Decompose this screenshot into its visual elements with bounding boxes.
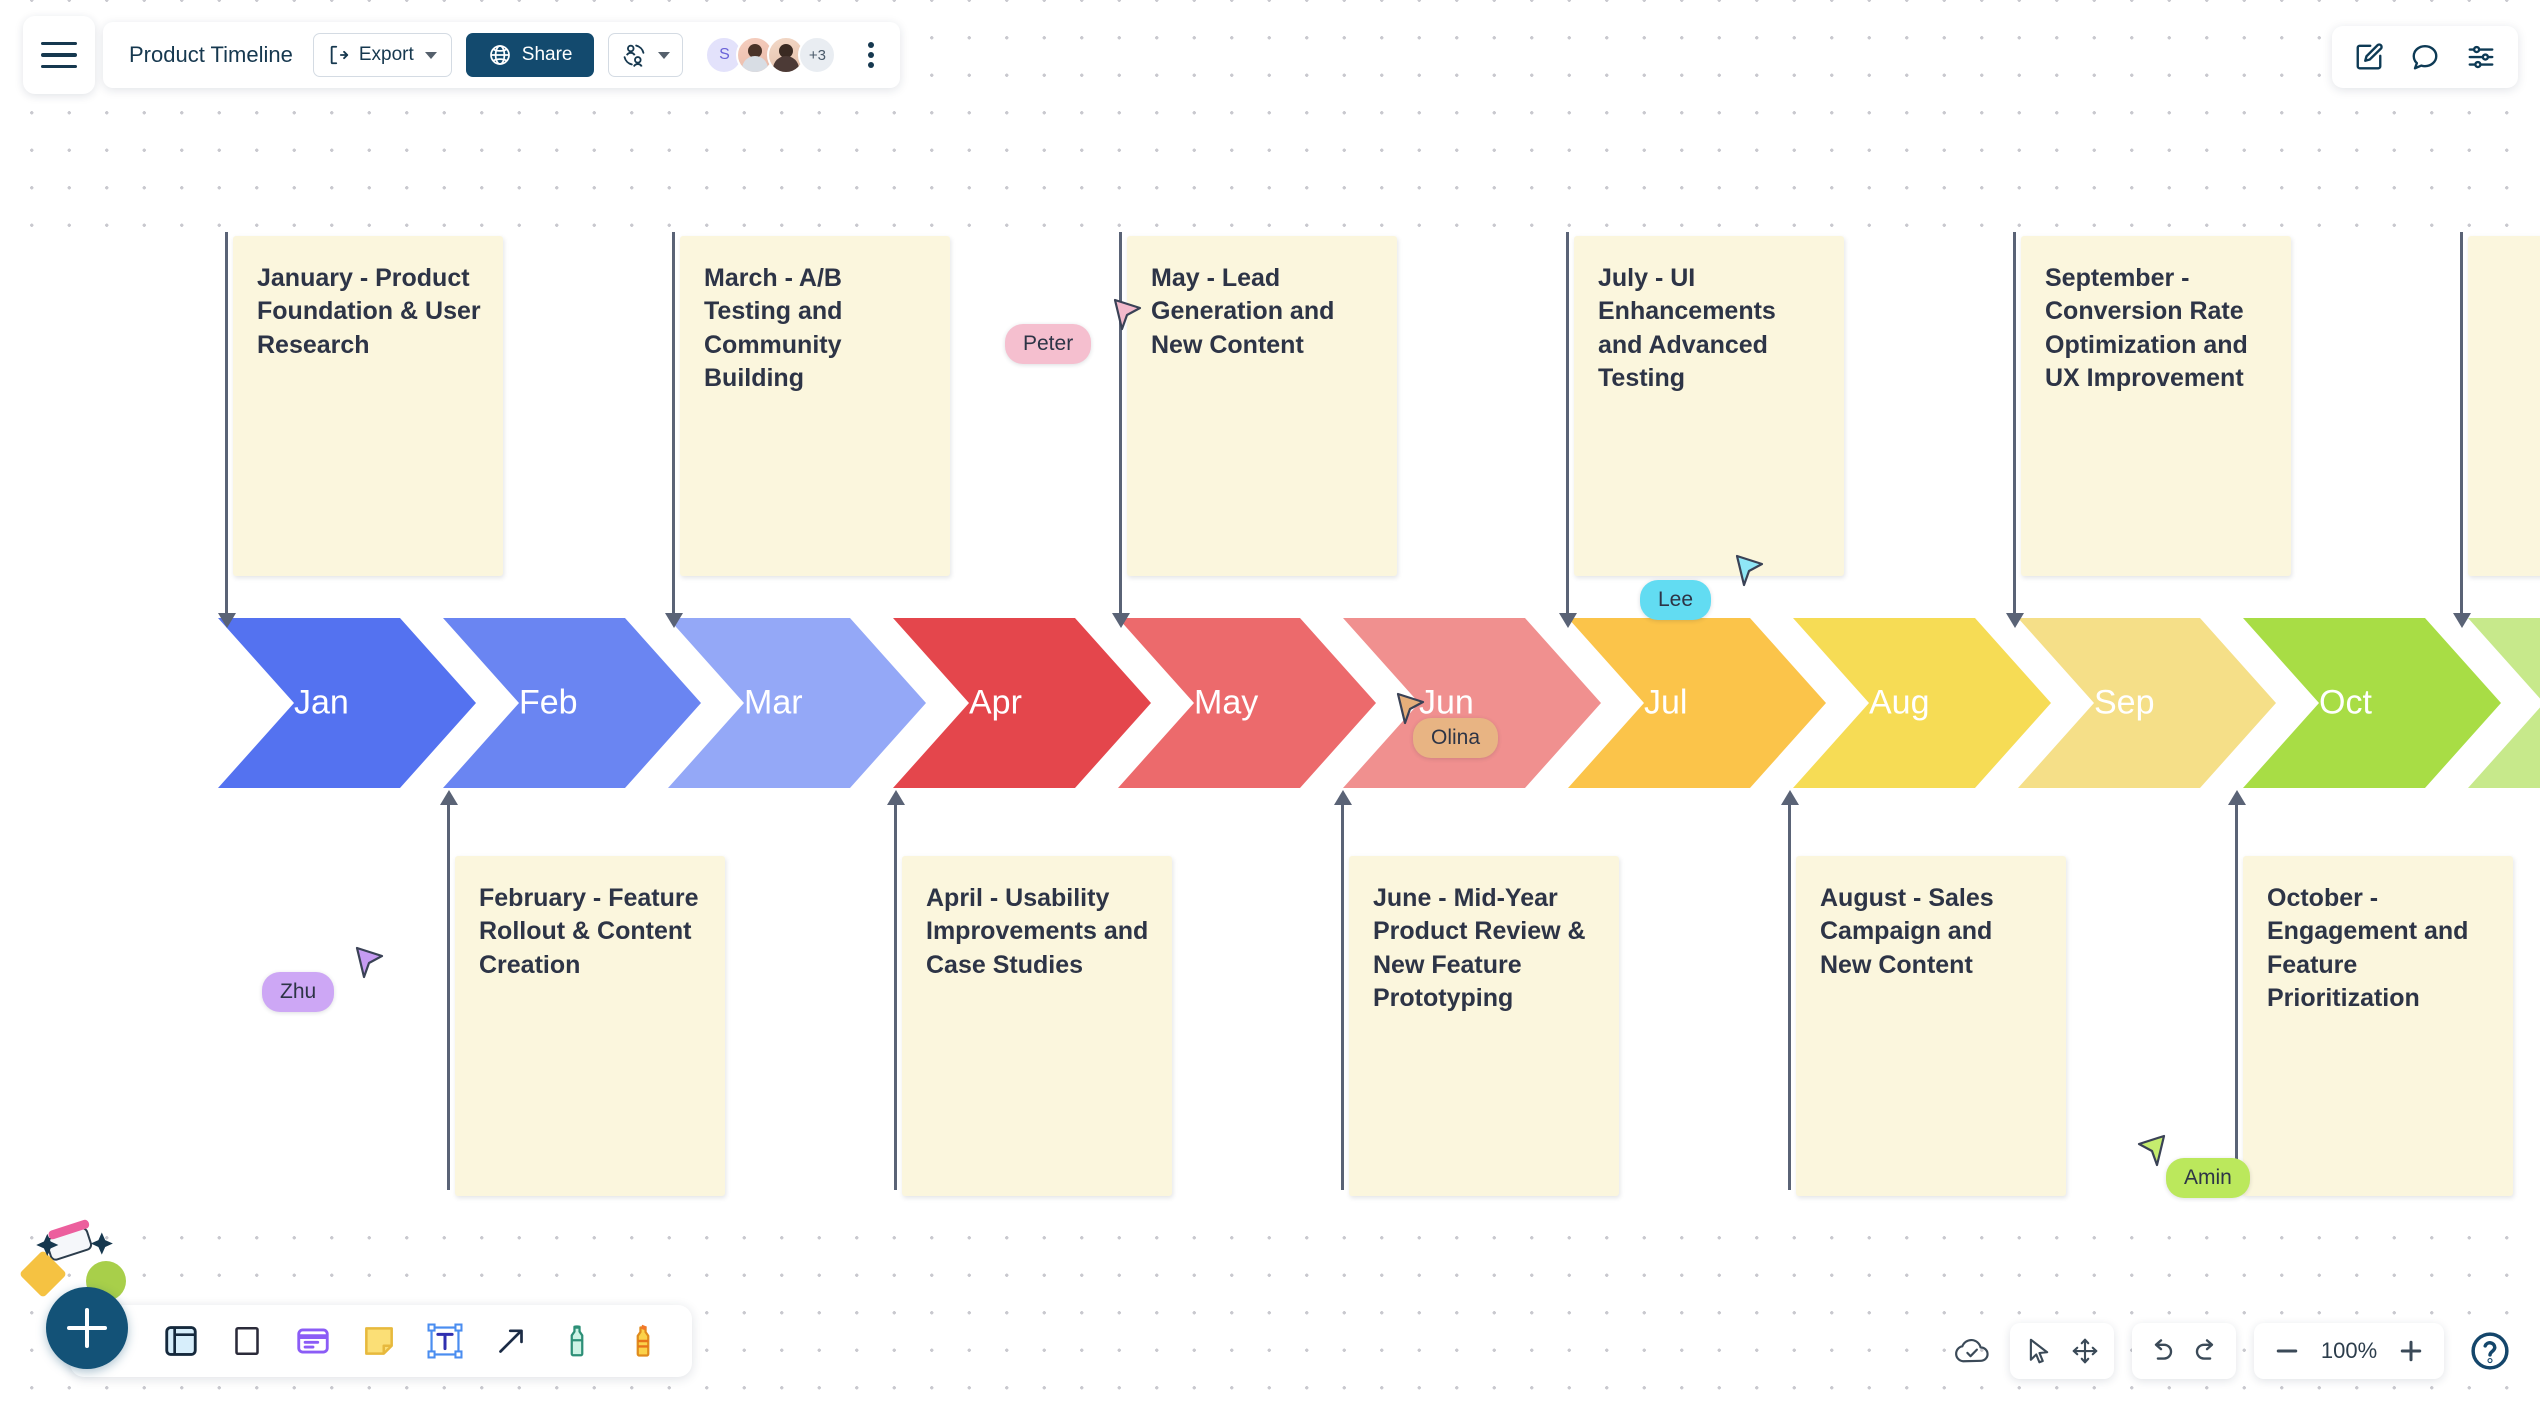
- cursor-pointer-icon: [1735, 554, 1764, 587]
- month-label: Feb: [519, 683, 578, 722]
- edit-square-pencil-icon[interactable]: [2354, 42, 2384, 72]
- globe-icon: [489, 45, 510, 65]
- note-text: June - Mid-Year Product Review & New Fea…: [1373, 884, 1586, 1012]
- export-icon: [330, 45, 349, 65]
- undo-icon[interactable]: [2146, 1336, 2176, 1366]
- timeline-month-aug[interactable]: Aug: [1793, 618, 2051, 788]
- rectangle-shape-icon[interactable]: [214, 1308, 280, 1374]
- month-label: May: [1194, 683, 1259, 722]
- cursor-label: Amin: [2166, 1158, 2250, 1198]
- pen-marker-icon[interactable]: [544, 1308, 610, 1374]
- pointer-mode-group: [2010, 1323, 2114, 1379]
- comment-bubble-icon[interactable]: [2410, 42, 2440, 72]
- note-card[interactable]: May - Lead Generation and New Content: [1127, 236, 1397, 576]
- note-text: April - Usability Improvements and Case …: [926, 884, 1149, 979]
- add-plus-button[interactable]: [46, 1287, 128, 1369]
- timeline-month-oct[interactable]: Oct: [2243, 618, 2501, 788]
- note-text: August - Sales Campaign and New Content: [1820, 884, 1994, 979]
- timeline-month-mar[interactable]: Mar: [668, 618, 926, 788]
- note-card[interactable]: September - Conversion Rate Optimization…: [2021, 236, 2291, 576]
- timeline-month-apr[interactable]: Apr: [893, 618, 1151, 788]
- cursor-select-icon[interactable]: [2024, 1336, 2054, 1366]
- note-text: September - Conversion Rate Optimization…: [2045, 264, 2248, 392]
- cursor-pointer-icon: [355, 946, 384, 979]
- avatar-initial: S: [719, 46, 730, 63]
- cursor-label: Lee: [1640, 580, 1712, 620]
- note-card[interactable]: April - Usability Improvements and Case …: [902, 856, 1172, 1196]
- kebab-menu-icon[interactable]: [856, 36, 886, 74]
- note-text: January - Product Foundation & User Rese…: [257, 264, 481, 359]
- avatar-stack[interactable]: S +3: [705, 36, 837, 74]
- month-label: Apr: [969, 683, 1022, 722]
- month-label: Jan: [294, 683, 349, 722]
- history-group: [2132, 1323, 2236, 1379]
- chevron-down-icon: [658, 51, 671, 59]
- cursor-pointer-icon: [1113, 298, 1142, 331]
- note-card[interactable]: March - A/B Testing and Community Buildi…: [680, 236, 950, 576]
- avatar-body: [773, 56, 800, 72]
- export-button[interactable]: Export: [312, 33, 452, 77]
- note-card[interactable]: February - Feature Rollout & Content Cre…: [455, 856, 725, 1196]
- note-card[interactable]: July - UI Enhancements and Advanced Test…: [1574, 236, 1844, 576]
- canvas-controls: 100%: [1952, 1323, 2518, 1379]
- avatar-overflow-count[interactable]: +3: [798, 36, 837, 74]
- timeline-month-sep[interactable]: Sep: [2018, 618, 2276, 788]
- zoom-level[interactable]: 100%: [2314, 1338, 2384, 1364]
- note-text: October - Engagement and Feature Priorit…: [2267, 884, 2469, 1012]
- hamburger-menu-icon[interactable]: [23, 16, 95, 94]
- cursor-pointer-icon: [2137, 1134, 2166, 1167]
- zoom-in-plus-icon[interactable]: [2396, 1336, 2426, 1366]
- pan-move-icon[interactable]: [2070, 1336, 2100, 1366]
- canvas-actions-panel: [2332, 26, 2518, 88]
- month-label: Jul: [1644, 683, 1688, 722]
- sliders-settings-icon[interactable]: [2466, 42, 2496, 72]
- chevron-down-icon: [424, 51, 437, 59]
- redo-icon[interactable]: [2192, 1336, 2222, 1366]
- note-text: July - UI Enhancements and Advanced Test…: [1598, 264, 1776, 392]
- text-tool-icon[interactable]: [412, 1308, 478, 1374]
- month-label: Oct: [2319, 683, 2372, 722]
- share-button[interactable]: Share: [465, 33, 595, 77]
- cursor-label: Zhu: [262, 972, 335, 1012]
- highlighter-icon[interactable]: [610, 1308, 676, 1374]
- note-text: February - Feature Rollout & Content Cre…: [479, 884, 699, 979]
- note-card[interactable]: June - Mid-Year Product Review & New Fea…: [1349, 856, 1619, 1196]
- note-card[interactable]: August - Sales Campaign and New Content: [1796, 856, 2066, 1196]
- collaborators-button[interactable]: [608, 33, 684, 77]
- timeline-month-may[interactable]: May: [1118, 618, 1376, 788]
- timeline-month-jun[interactable]: Jun: [1343, 618, 1601, 788]
- document-toolbar: Product Timeline Export Share S +3: [103, 22, 901, 88]
- month-label: Mar: [744, 683, 803, 722]
- collaborators-icon: [624, 44, 645, 68]
- note-card[interactable]: [2468, 236, 2540, 576]
- timeline-month-jul[interactable]: Jul: [1568, 618, 1826, 788]
- help-question-icon[interactable]: [2462, 1323, 2518, 1379]
- zoom-group: 100%: [2254, 1323, 2444, 1379]
- cloud-check-saved-icon[interactable]: [1952, 1336, 1992, 1366]
- whiteboard-canvas[interactable]: Jan Feb Mar Apr May Jun Jul Aug Sep Oct: [0, 0, 2540, 1407]
- avatar-body: [742, 56, 769, 72]
- month-label: Jun: [1419, 683, 1474, 722]
- page-title[interactable]: Product Timeline: [129, 42, 293, 68]
- arrow-connector-icon[interactable]: [478, 1308, 544, 1374]
- note-card[interactable]: October - Engagement and Feature Priorit…: [2243, 856, 2513, 1196]
- cursor-label: Peter: [1005, 324, 1092, 364]
- zoom-out-minus-icon[interactable]: [2272, 1336, 2302, 1366]
- note-text: March - A/B Testing and Community Buildi…: [704, 264, 843, 392]
- month-label: Sep: [2094, 683, 2155, 722]
- month-label: Aug: [1869, 683, 1930, 722]
- sticky-note-icon[interactable]: [346, 1308, 412, 1374]
- export-label: Export: [358, 44, 414, 65]
- note-card[interactable]: January - Product Foundation & User Rese…: [233, 236, 503, 576]
- timeline-month-feb[interactable]: Feb: [443, 618, 701, 788]
- note-text: May - Lead Generation and New Content: [1151, 264, 1335, 359]
- timeline-month-jan[interactable]: Jan: [218, 618, 476, 788]
- card-icon[interactable]: [280, 1308, 346, 1374]
- cursor-label: Olina: [1413, 718, 1499, 758]
- share-label: Share: [521, 44, 573, 65]
